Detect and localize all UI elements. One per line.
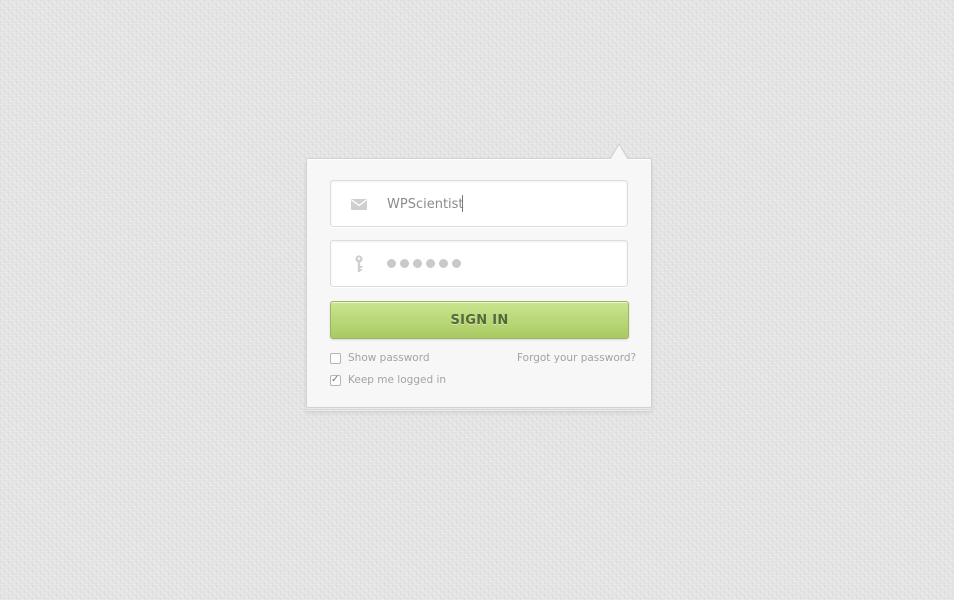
keep-logged-in-label: Keep me logged in: [348, 374, 447, 386]
keep-logged-in-option[interactable]: ✓ Keep me logged in: [330, 374, 446, 386]
password-mask-dot: [452, 259, 461, 268]
show-password-checkbox[interactable]: [330, 352, 341, 364]
sign-in-button[interactable]: SIGN IN: [330, 301, 629, 339]
keep-logged-in-checkbox[interactable]: ✓: [330, 373, 341, 386]
password-mask-dot: [413, 259, 422, 268]
show-password-label: Show password: [348, 352, 430, 364]
username-input[interactable]: [387, 193, 607, 215]
forgot-password-link[interactable]: Forgot your password?: [517, 352, 636, 364]
card-pointer-fill: [610, 145, 628, 160]
password-mask-dot: [400, 259, 409, 268]
show-password-option[interactable]: Show password: [330, 352, 430, 364]
password-field[interactable]: [330, 240, 628, 287]
checkmark-icon: ✓: [331, 373, 340, 385]
password-mask-dot: [439, 259, 448, 268]
password-mask-dot: [387, 259, 396, 268]
password-input[interactable]: [387, 259, 461, 268]
login-card: SIGN IN Show password ✓ Keep me logged i…: [306, 143, 652, 408]
text-caret: [462, 195, 463, 212]
envelope-icon: [350, 196, 368, 212]
password-mask-dot: [426, 259, 435, 268]
key-icon: [350, 255, 368, 272]
username-field[interactable]: [330, 180, 628, 227]
